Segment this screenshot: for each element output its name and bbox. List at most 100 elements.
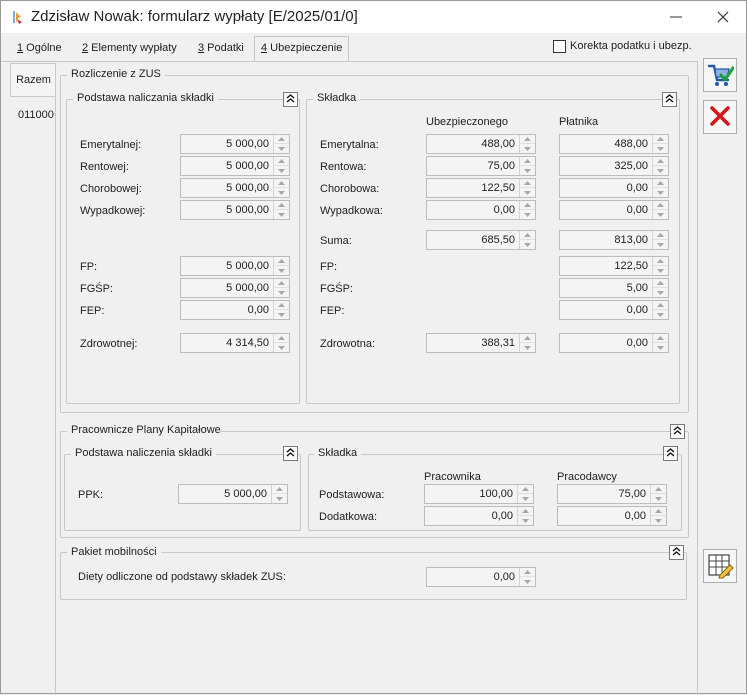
ppk-field[interactable]: 5 000,00 <box>178 484 288 504</box>
tab-ubezpieczenie[interactable]: 4 Ubezpieczenie <box>254 36 350 62</box>
spin-down-icon[interactable] <box>274 144 289 153</box>
spin-down-icon[interactable] <box>520 240 535 249</box>
spin-up-icon[interactable] <box>520 231 535 240</box>
spinner[interactable] <box>652 334 668 352</box>
spinner[interactable] <box>273 157 289 175</box>
dodatkowa-pracownik-field[interactable]: 0,00 <box>424 506 534 526</box>
spinner[interactable] <box>517 507 533 525</box>
spin-down-icon[interactable] <box>518 494 533 503</box>
spin-up-icon[interactable] <box>520 157 535 166</box>
spin-down-icon[interactable] <box>274 288 289 297</box>
spinner[interactable] <box>517 485 533 503</box>
fp-podstawa-field[interactable]: 5 000,00 <box>180 256 290 276</box>
spin-up-icon[interactable] <box>520 334 535 343</box>
fgsp-podstawa-field[interactable]: 5 000,00 <box>180 278 290 298</box>
spin-down-icon[interactable] <box>520 210 535 219</box>
spin-down-icon[interactable] <box>520 166 535 175</box>
spin-down-icon[interactable] <box>653 343 668 352</box>
spin-down-icon[interactable] <box>274 266 289 275</box>
spinner[interactable] <box>650 507 666 525</box>
sheet-tool-button[interactable] <box>703 549 737 583</box>
mobilnosci-collapse-button[interactable] <box>669 545 684 560</box>
spin-down-icon[interactable] <box>653 188 668 197</box>
save-button[interactable] <box>703 58 737 92</box>
podstawowa-pracownik-field[interactable]: 100,00 <box>424 484 534 504</box>
spinner[interactable] <box>519 201 535 219</box>
spin-up-icon[interactable] <box>653 334 668 343</box>
rentowa-platnik-field[interactable]: 325,00 <box>559 156 669 176</box>
spin-down-icon[interactable] <box>653 310 668 319</box>
spin-up-icon[interactable] <box>651 485 666 494</box>
spin-up-icon[interactable] <box>274 257 289 266</box>
spin-down-icon[interactable] <box>653 144 668 153</box>
suma-platnik-field[interactable]: 813,00 <box>559 230 669 250</box>
wypadkowa-platnik-field[interactable]: 0,00 <box>559 200 669 220</box>
spinner[interactable] <box>652 157 668 175</box>
spin-down-icon[interactable] <box>520 188 535 197</box>
spinner[interactable] <box>652 135 668 153</box>
spinner[interactable] <box>273 334 289 352</box>
suma-ubezp-field[interactable]: 685,50 <box>426 230 536 250</box>
zdrowotna-ubezp-field[interactable]: 388,31 <box>426 333 536 353</box>
spin-up-icon[interactable] <box>274 301 289 310</box>
spinner[interactable] <box>273 201 289 219</box>
spin-down-icon[interactable] <box>272 494 287 503</box>
zdrowotnej-field[interactable]: 4 314,50 <box>180 333 290 353</box>
spin-up-icon[interactable] <box>274 201 289 210</box>
spinner[interactable] <box>519 157 535 175</box>
ppk-podstawa-collapse-button[interactable] <box>283 446 298 461</box>
ppk-skladka-collapse-button[interactable] <box>663 446 678 461</box>
spin-down-icon[interactable] <box>653 210 668 219</box>
spinner[interactable] <box>652 279 668 297</box>
spinner[interactable] <box>519 231 535 249</box>
spin-up-icon[interactable] <box>653 231 668 240</box>
spinner[interactable] <box>273 179 289 197</box>
spin-up-icon[interactable] <box>651 507 666 516</box>
fgsp-platnik-field[interactable]: 5,00 <box>559 278 669 298</box>
spinner[interactable] <box>273 279 289 297</box>
side-tab-razem[interactable]: Razem <box>10 63 56 97</box>
spinner[interactable] <box>652 201 668 219</box>
spin-up-icon[interactable] <box>653 157 668 166</box>
korekta-checkbox[interactable] <box>553 40 566 53</box>
spin-down-icon[interactable] <box>274 210 289 219</box>
spin-up-icon[interactable] <box>520 568 535 577</box>
close-button[interactable] <box>701 1 745 33</box>
tab-elementy-wyplaty[interactable]: 2 Elementy wypłaty <box>76 39 183 59</box>
spin-down-icon[interactable] <box>274 166 289 175</box>
tab-podatki[interactable]: 3 Podatki <box>192 39 250 59</box>
dodatkowa-pracodawca-field[interactable]: 0,00 <box>557 506 667 526</box>
spin-down-icon[interactable] <box>520 144 535 153</box>
spin-up-icon[interactable] <box>520 179 535 188</box>
spin-up-icon[interactable] <box>520 135 535 144</box>
emerytalnej-field[interactable]: 5 000,00 <box>180 134 290 154</box>
chorobowa-platnik-field[interactable]: 0,00 <box>559 178 669 198</box>
rentowej-field[interactable]: 5 000,00 <box>180 156 290 176</box>
spin-up-icon[interactable] <box>274 135 289 144</box>
spin-up-icon[interactable] <box>274 334 289 343</box>
spin-down-icon[interactable] <box>651 516 666 525</box>
fep-podstawa-field[interactable]: 0,00 <box>180 300 290 320</box>
spin-down-icon[interactable] <box>653 266 668 275</box>
spinner[interactable] <box>652 231 668 249</box>
spin-up-icon[interactable] <box>274 279 289 288</box>
zdrowotna-platnik-field[interactable]: 0,00 <box>559 333 669 353</box>
spinner[interactable] <box>273 257 289 275</box>
spin-down-icon[interactable] <box>520 343 535 352</box>
tab-ogolne[interactable]: 1 Ogólne <box>11 39 68 59</box>
spin-up-icon[interactable] <box>518 507 533 516</box>
spinner[interactable] <box>273 135 289 153</box>
podstawowa-pracodawca-field[interactable]: 75,00 <box>557 484 667 504</box>
spin-down-icon[interactable] <box>653 166 668 175</box>
spinner[interactable] <box>519 179 535 197</box>
fp-platnik-field[interactable]: 122,50 <box>559 256 669 276</box>
spinner[interactable] <box>519 568 535 586</box>
ppk-collapse-button[interactable] <box>670 424 685 439</box>
spinner[interactable] <box>652 301 668 319</box>
cancel-button[interactable] <box>703 100 737 134</box>
zus-podstawa-collapse-button[interactable] <box>283 92 298 107</box>
spin-up-icon[interactable] <box>653 179 668 188</box>
chorobowej-field[interactable]: 5 000,00 <box>180 178 290 198</box>
spin-down-icon[interactable] <box>653 288 668 297</box>
spin-down-icon[interactable] <box>518 516 533 525</box>
